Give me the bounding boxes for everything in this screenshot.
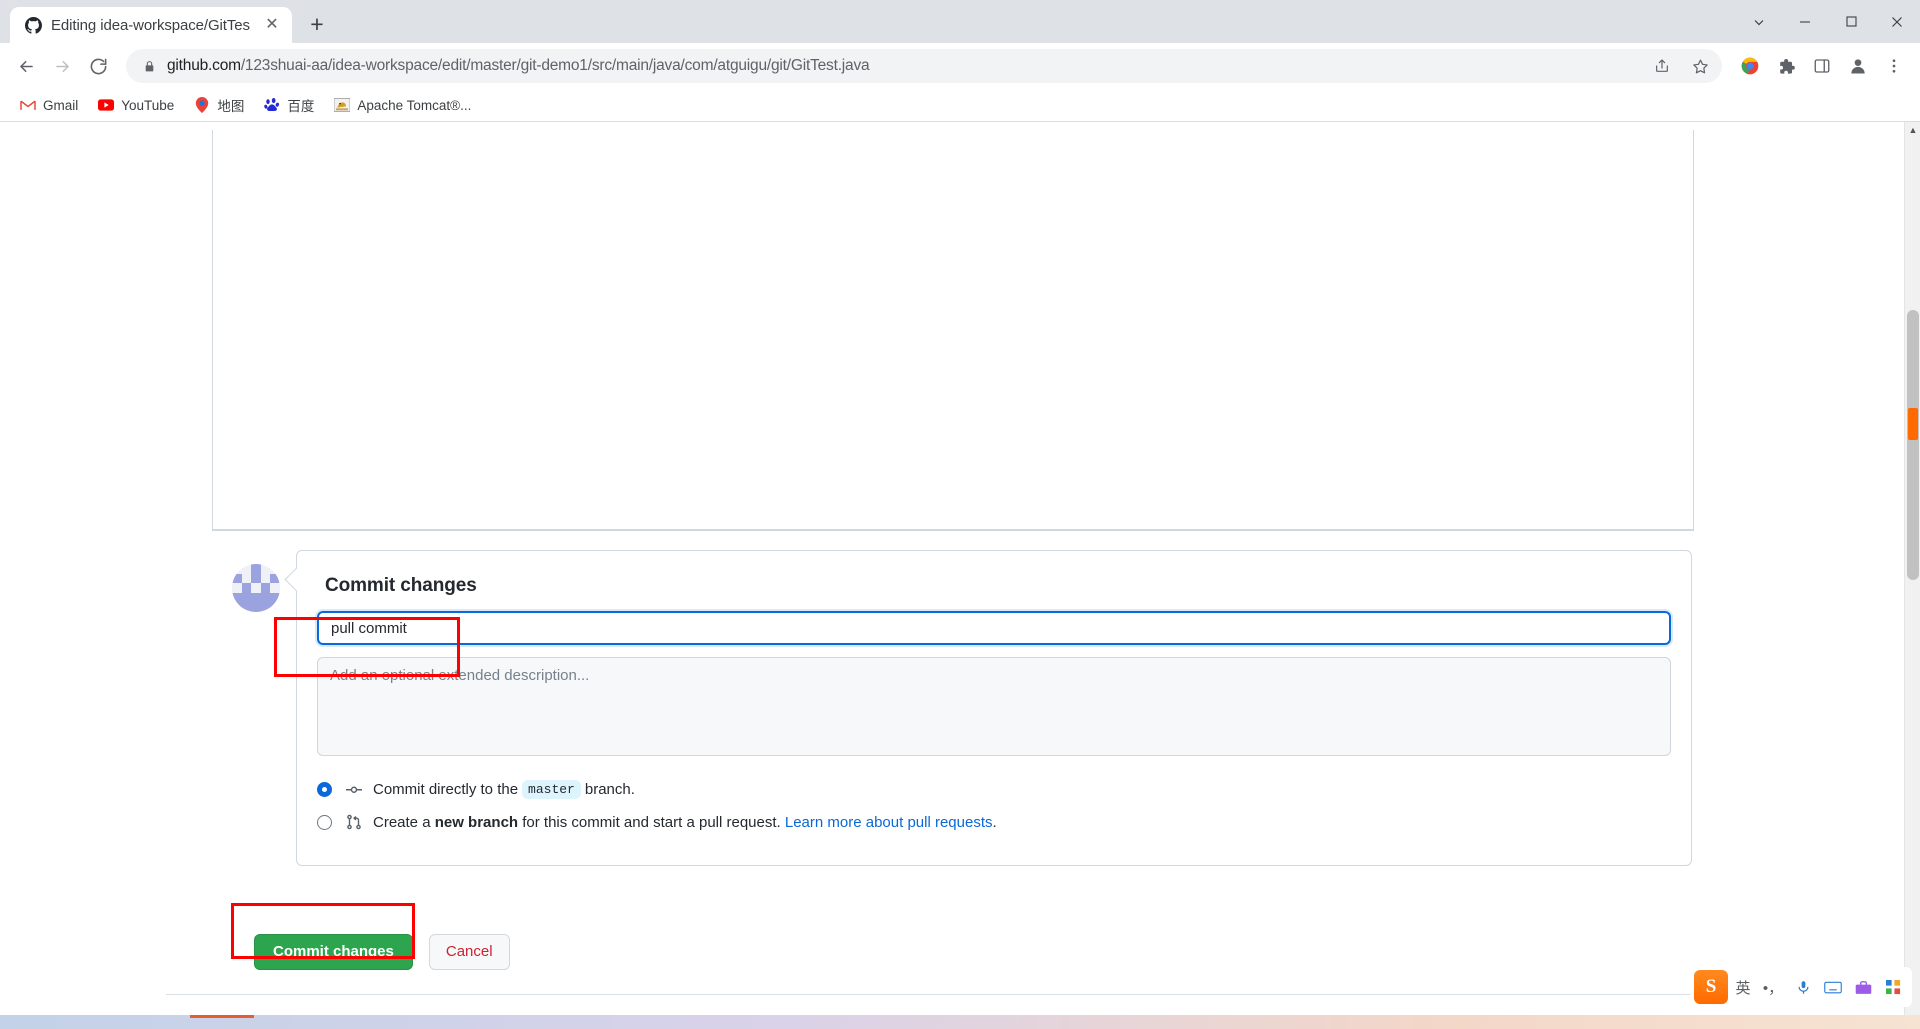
close-icon[interactable]: ✕ (262, 15, 282, 35)
gmail-icon (20, 97, 36, 113)
chrome-profile-color-icon[interactable] (1734, 50, 1766, 82)
sogou-ime-toolbar[interactable]: S 英 •， (1690, 967, 1912, 1007)
radio-commit-directly[interactable] (317, 782, 332, 797)
bookmark-baidu[interactable]: 百度 (256, 91, 322, 119)
side-panel-icon[interactable] (1806, 50, 1838, 82)
punctuation-icon[interactable]: •， (1758, 970, 1788, 1004)
microphone-icon[interactable] (1788, 970, 1818, 1004)
option-create-branch[interactable]: Create a new branch for this commit and … (317, 813, 1671, 831)
browser-window: Editing idea-workspace/GitTes ✕ + github… (0, 0, 1920, 1029)
git-commit-icon (345, 781, 363, 799)
learn-more-pull-requests-link[interactable]: Learn more about pull requests (785, 814, 993, 831)
address-bar-url: github.com/123shuai-aa/idea-workspace/ed… (167, 57, 1638, 75)
close-icon[interactable] (1874, 0, 1920, 43)
editor-divider (212, 530, 1694, 531)
youtube-icon (98, 97, 115, 113)
back-arrow-icon[interactable] (10, 50, 42, 82)
window-controls (1736, 0, 1920, 43)
sogou-logo-icon[interactable]: S (1694, 970, 1728, 1004)
commit-changes-section: Commit changes Commit directly to the ma… (232, 550, 1692, 866)
taskbar-active-indicator (190, 1015, 254, 1018)
bookmark-label: 地图 (217, 99, 245, 114)
lock-icon (141, 58, 157, 74)
option-link-suffix: . (992, 813, 997, 831)
forward-arrow-icon (46, 50, 78, 82)
three-dot-menu-icon[interactable] (1878, 50, 1910, 82)
option-text-after: branch. (584, 781, 635, 798)
reload-icon[interactable] (82, 50, 114, 82)
identicon-grid (232, 564, 280, 612)
profile-avatar-icon[interactable] (1842, 50, 1874, 82)
branch-name-badge: master (522, 780, 581, 799)
menu-grid-icon[interactable] (1878, 970, 1908, 1004)
baidu-icon (264, 97, 280, 113)
scroll-up-icon[interactable]: ▲ (1905, 122, 1920, 138)
footer-divider (166, 994, 1714, 995)
star-icon[interactable] (1686, 52, 1714, 80)
extensions-puzzle-icon[interactable] (1770, 50, 1802, 82)
option-text-before: Create a (373, 813, 431, 831)
github-icon (24, 16, 42, 34)
bookmark-label: 百度 (287, 99, 315, 114)
git-pull-request-icon (345, 813, 363, 831)
tomcat-icon (334, 97, 351, 113)
page-title: Commit changes (325, 575, 477, 596)
address-bar[interactable]: github.com/123shuai-aa/idea-workspace/ed… (126, 49, 1722, 83)
bookmark-tomcat[interactable]: Apache Tomcat®... (326, 93, 479, 117)
soft-keyboard-icon[interactable] (1818, 970, 1848, 1004)
bookmarks-bar: Gmail YouTube 地图 百度 Apache Tomcat®... (0, 89, 1920, 122)
option-text-before: Commit directly to the (373, 781, 519, 798)
page-viewport: Commit changes Commit directly to the ma… (0, 122, 1920, 1029)
bookmark-label: Apache Tomcat®... (357, 97, 472, 113)
share-icon[interactable] (1648, 52, 1676, 80)
bookmark-youtube[interactable]: YouTube (90, 93, 182, 117)
url-path: /123shuai-aa/idea-workspace/edit/master/… (240, 57, 870, 74)
scrollbar-thumb[interactable] (1907, 310, 1919, 580)
maximize-icon[interactable] (1828, 0, 1874, 43)
commit-message-input[interactable] (317, 611, 1671, 645)
option-text-after: for this commit and start a pull request… (522, 813, 781, 831)
option-text-bold: new branch (434, 813, 519, 831)
commit-form-card: Commit changes Commit directly to the ma… (296, 550, 1692, 866)
bookmark-label: YouTube (121, 97, 175, 113)
cancel-button[interactable]: Cancel (428, 934, 510, 970)
commit-actions: Commit changes Cancel (254, 934, 510, 970)
tab-active[interactable]: Editing idea-workspace/GitTes ✕ (10, 7, 292, 43)
url-host: github.com (167, 57, 241, 74)
radio-create-branch[interactable] (317, 814, 332, 830)
commit-target-options: Commit directly to the master branch. Cr… (317, 780, 1671, 831)
language-mode-icon[interactable]: 英 (1728, 970, 1758, 1004)
taskbar (0, 1015, 1920, 1029)
tab-title: Editing idea-workspace/GitTes (51, 16, 250, 34)
chevron-down-icon[interactable] (1736, 0, 1782, 43)
avatar (232, 564, 280, 612)
toolbox-icon[interactable] (1848, 970, 1878, 1004)
page-scrollbar[interactable]: ▲ ▼ (1904, 122, 1920, 1029)
option-commit-directly[interactable]: Commit directly to the master branch. (317, 780, 1671, 799)
google-maps-icon (194, 97, 210, 113)
code-editor-area[interactable] (212, 130, 1694, 530)
scrollbar-marker (1908, 408, 1918, 440)
browser-toolbar: github.com/123shuai-aa/idea-workspace/ed… (0, 43, 1920, 89)
new-tab-button[interactable]: + (300, 7, 334, 41)
bookmark-gmail[interactable]: Gmail (12, 93, 86, 117)
commit-changes-button[interactable]: Commit changes (254, 934, 413, 970)
minimize-icon[interactable] (1782, 0, 1828, 43)
bookmark-label: Gmail (43, 97, 79, 113)
bookmark-maps[interactable]: 地图 (186, 91, 252, 119)
tab-strip: Editing idea-workspace/GitTes ✕ + (0, 0, 1920, 43)
commit-description-input[interactable] (317, 657, 1671, 756)
